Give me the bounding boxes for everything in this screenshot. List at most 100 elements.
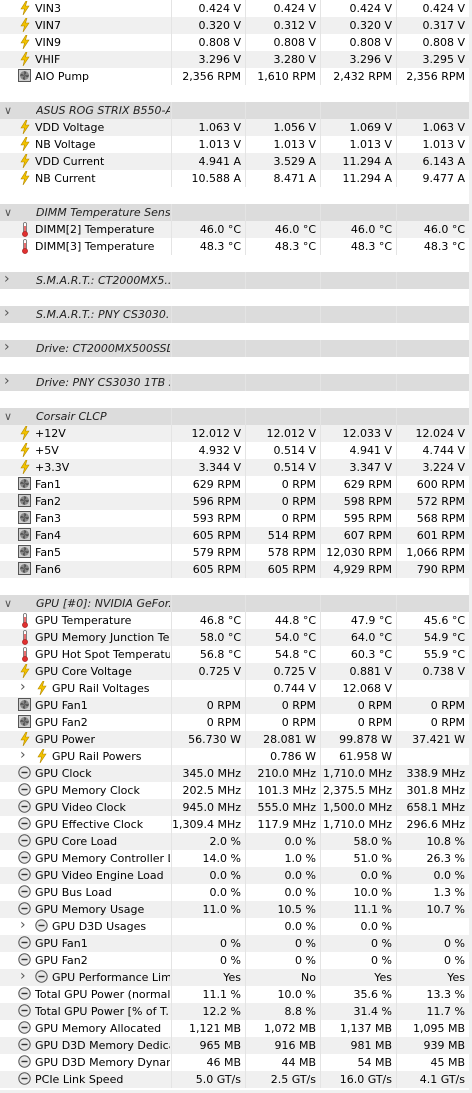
expand-chevron-icon[interactable]: › — [20, 969, 30, 985]
sensor-row[interactable]: VDD Voltage 1.063 V 1.056 V 1.069 V 1.063 V — [0, 119, 472, 136]
sensor-label: GPU Temperature — [35, 614, 132, 627]
gauge-icon — [18, 1072, 32, 1087]
group-value-cell — [171, 204, 245, 221]
sensor-row[interactable]: Fan6 605 RPM 605 RPM 4,929 RPM 790 RPM — [0, 561, 472, 578]
current-value: 945.0 MHz — [171, 799, 245, 816]
minimum-value: 28.081 W — [245, 731, 320, 748]
average-value: 46.0 °C — [396, 221, 469, 238]
sensor-row[interactable]: AIO Pump 2,356 RPM 1,610 RPM 2,432 RPM 2,356… — [0, 68, 472, 85]
sensor-row[interactable]: Fan5 579 RPM 578 RPM 12,030 RPM 1,066 RPM — [0, 544, 472, 561]
sensor-row[interactable]: VDD Current 4.941 A 3.529 A 11.294 A 6.143 A — [0, 153, 472, 170]
sensor-row[interactable]: VIN3 0.424 V 0.424 V 0.424 V 0.424 V — [0, 0, 472, 17]
group-value-cell — [171, 408, 245, 425]
sensor-row[interactable]: GPU Core Load 2.0 % 0.0 % 58.0 % 10.8 % — [0, 833, 472, 850]
voltage-icon — [20, 663, 34, 679]
sensor-row[interactable]: Fan4 605 RPM 514 RPM 607 RPM 601 RPM — [0, 527, 472, 544]
expand-chevron-icon[interactable]: › — [20, 748, 30, 764]
sensor-subgroup-row[interactable]: › GPU D3D Usages 0.0 % 0.0 % — [0, 918, 472, 935]
sensor-subgroup-row[interactable]: › GPU Rail Voltages 0.744 V 12.068 V — [0, 680, 472, 697]
sensor-row[interactable]: GPU Memory Clock 202.5 MHz 101.3 MHz 2,375.… — [0, 782, 472, 799]
sensor-row[interactable]: GPU Memory Controller L... 14.0 % 1.0 % 51.… — [0, 850, 472, 867]
sensor-row[interactable]: GPU Clock 345.0 MHz 210.0 MHz 1,710.0 MHz 33… — [0, 765, 472, 782]
sensor-row[interactable]: GPU Power 56.730 W 28.081 W 99.878 W 37.421 … — [0, 731, 472, 748]
expand-chevron-icon[interactable]: › — [20, 680, 30, 696]
sensor-row[interactable]: GPU Memory Junction Te... 58.0 °C 54.0 °C 6… — [0, 629, 472, 646]
sensor-group-row[interactable]: ∨ DIMM Temperature Sensor — [0, 204, 472, 221]
sensor-row[interactable]: GPU Hot Spot Temperature 56.8 °C 54.8 °C 60… — [0, 646, 472, 663]
expand-chevron-icon[interactable]: › — [4, 272, 14, 288]
sensor-row[interactable]: GPU D3D Memory Dynamic46 MB44 MB54 MB45 … — [0, 1054, 472, 1071]
sensor-row[interactable]: +3.3V 3.344 V 0.514 V 3.347 V 3.224 V — [0, 459, 472, 476]
sensor-row[interactable]: GPU Effective Clock 1,309.4 MHz 117.9 MHz 1… — [0, 816, 472, 833]
sensor-subgroup-row[interactable]: › GPU Rail Powers 0.786 W 61.958 W — [0, 748, 472, 765]
sensor-group-row[interactable]: › S.M.A.R.T.: CT2000MX5... — [0, 272, 472, 289]
average-value: 0.808 V — [396, 34, 469, 51]
sensor-row[interactable]: VIN7 0.320 V 0.312 V 0.320 V 0.317 V — [0, 17, 472, 34]
sensor-row[interactable]: GPU Memory Usage 11.0 % 10.5 % 11.1 % 10.7 % — [0, 901, 472, 918]
sensor-row[interactable]: GPU Bus Load 0.0 % 0.0 % 10.0 % 1.3 % — [0, 884, 472, 901]
average-value: Yes — [396, 969, 469, 986]
minimum-value: 1,610 RPM — [245, 68, 320, 85]
collapse-chevron-icon[interactable]: ∨ — [4, 102, 14, 119]
fan-icon — [18, 528, 32, 543]
current-value: 605 RPM — [171, 561, 245, 578]
collapse-chevron-icon[interactable]: ∨ — [4, 595, 14, 612]
sensor-row[interactable]: NB Voltage 1.013 V 1.013 V 1.013 V 1.013 V — [0, 136, 472, 153]
gauge-icon — [35, 919, 49, 934]
group-value-cell — [396, 102, 469, 119]
sensor-label: GPU Rail Voltages — [52, 682, 150, 695]
expand-chevron-icon[interactable]: › — [20, 918, 30, 934]
sensor-label: Fan3 — [35, 512, 62, 525]
sensor-row[interactable]: PCIe Link Speed 5.0 GT/s 2.5 GT/s 16.0 GT/s… — [0, 1071, 472, 1088]
minimum-value: 0.514 V — [245, 442, 320, 459]
sensor-row[interactable]: GPU Temperature 46.8 °C 44.8 °C 47.9 °C 45.6… — [0, 612, 472, 629]
current-value: 605 RPM — [171, 527, 245, 544]
expand-chevron-icon[interactable]: › — [4, 306, 14, 322]
sensor-row[interactable]: Total GPU Power (normali... 11.1 % 10.0 % 3… — [0, 986, 472, 1003]
sensor-row[interactable]: +12V 12.012 V 12.012 V 12.033 V 12.024 V — [0, 425, 472, 442]
sensor-row[interactable]: GPU Fan2 0 % 0 % 0 % 0 % — [0, 952, 472, 969]
group-value-cell — [396, 306, 469, 323]
sensor-label: GPU Power — [35, 733, 95, 746]
sensor-row[interactable]: GPU Video Engine Load 0.0 % 0.0 % 0.0 % 0.0 … — [0, 867, 472, 884]
current-value: 0 RPM — [171, 714, 245, 731]
sensor-row[interactable]: GPU Core Voltage 0.725 V 0.725 V 0.881 V 0.7… — [0, 663, 472, 680]
sensor-subgroup-row[interactable]: ›GPU Performance LimitsYesNoYesYes — [0, 969, 472, 986]
sensor-row[interactable]: +5V 4.932 V 0.514 V 4.941 V 4.744 V — [0, 442, 472, 459]
minimum-value: 916 MB — [245, 1037, 320, 1054]
sensor-row[interactable]: GPU Memory Allocated 1,121 MB 1,072 MB 1,13… — [0, 1020, 472, 1037]
average-value: 10.8 % — [396, 833, 469, 850]
minimum-value: 1,072 MB — [245, 1020, 320, 1037]
sensor-row[interactable]: VIN9 0.808 V 0.808 V 0.808 V 0.808 V — [0, 34, 472, 51]
collapse-chevron-icon[interactable]: ∨ — [4, 408, 14, 425]
expand-chevron-icon[interactable]: › — [4, 340, 14, 356]
sensor-row[interactable]: DIMM[2] Temperature 46.0 °C 46.0 °C 46.0 °C… — [0, 221, 472, 238]
minimum-value: 0.312 V — [245, 17, 320, 34]
sensor-row[interactable]: Fan2 596 RPM 0 RPM 598 RPM 572 RPM — [0, 493, 472, 510]
average-value: 301.8 MHz — [396, 782, 469, 799]
sensor-row[interactable]: GPU Fan2 0 RPM 0 RPM 0 RPM 0 RPM — [0, 714, 472, 731]
sensor-row[interactable]: VHIF 3.296 V 3.280 V 3.296 V 3.295 V — [0, 51, 472, 68]
sensor-row[interactable]: Fan1 629 RPM 0 RPM 629 RPM 600 RPM — [0, 476, 472, 493]
collapse-chevron-icon[interactable]: ∨ — [4, 204, 14, 221]
minimum-value: 0.725 V — [245, 663, 320, 680]
sensor-row[interactable]: DIMM[3] Temperature 48.3 °C 48.3 °C 48.3 °C… — [0, 238, 472, 255]
sensor-group-row[interactable]: ∨ Corsair CLCP — [0, 408, 472, 425]
sensor-group-row[interactable]: › S.M.A.R.T.: PNY CS3030... — [0, 306, 472, 323]
maximum-value: 60.3 °C — [320, 646, 396, 663]
sensor-row[interactable]: NB Current 10.588 A 8.471 A 11.294 A 9.477 A — [0, 170, 472, 187]
sensor-row[interactable]: Fan3 593 RPM 0 RPM 595 RPM 568 RPM — [0, 510, 472, 527]
group-value-cell — [171, 272, 245, 289]
sensor-row[interactable]: GPU Video Clock 945.0 MHz 555.0 MHz 1,500.0… — [0, 799, 472, 816]
expand-chevron-icon[interactable]: › — [4, 374, 14, 390]
sensor-row[interactable]: Total GPU Power [% of T... 12.2 % 8.8 % 31.… — [0, 1003, 472, 1020]
sensor-row[interactable]: GPU Fan1 0 RPM 0 RPM 0 RPM 0 RPM — [0, 697, 472, 714]
sensor-group-row[interactable]: ∨ GPU [#0]: NVIDIA GeFor... — [0, 595, 472, 612]
sensor-row[interactable]: GPU Fan1 0 % 0 % 0 % 0 % — [0, 935, 472, 952]
sensor-group-row[interactable]: › Drive: PNY CS3030 1TB S... — [0, 374, 472, 391]
sensor-group-row[interactable]: ∨ ASUS ROG STRIX B550-A... — [0, 102, 472, 119]
maximum-value: 61.958 W — [320, 748, 396, 765]
sensor-row[interactable]: GPU D3D Memory Dedica...965 MB916 MB981 … — [0, 1037, 472, 1054]
gauge-icon — [18, 953, 32, 968]
sensor-group-row[interactable]: › Drive: CT2000MX500SSD... — [0, 340, 472, 357]
